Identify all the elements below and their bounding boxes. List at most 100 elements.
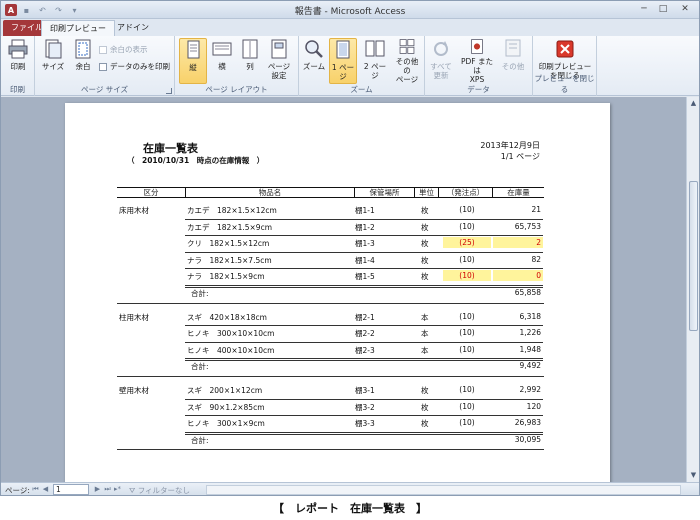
header-item-name: 物品名 [186,188,355,197]
columns-label: 列 [246,62,254,71]
pdf-label-1: PDF または [461,57,493,75]
item-name: スギ 200×1×12cm [187,386,263,395]
scroll-thumb[interactable] [689,181,698,331]
zoom-button[interactable]: ズーム [300,38,328,84]
item-order-point: (10) [459,271,475,281]
other-export-button[interactable]: その他 [499,38,527,84]
report-date: 2013年12月9日 [480,141,540,150]
page-number-input[interactable]: 1 [53,484,89,495]
sum-double-line [185,360,543,362]
page-setup-icon [271,39,287,59]
size-button[interactable]: サイズ [39,38,67,84]
row-separator [185,341,543,343]
last-page-icon[interactable]: ⏭ [103,485,112,494]
item-order-point: (10) [459,344,475,354]
new-record-icon[interactable]: ▸* [113,485,122,494]
pdf-xps-button[interactable]: PDF または XPS [459,38,495,84]
report-page: 在庫一覧表 （ 2010/10/31 時点の在庫情報 ） 2013年12月9日 … [65,103,610,482]
refresh-icon [434,41,448,56]
item-name: スギ 90×1.2×85cm [187,402,265,412]
filter-status[interactable]: ⛛ フィルターなし [129,485,190,495]
row-separator [185,218,543,220]
item-location: 棚3-2 [355,402,375,412]
item-stock: 2,992 [519,385,541,394]
size-label: サイズ [41,62,65,71]
report-header-row: 区分 物品名 保管場所 単位 （発注点） 在庫量 [117,187,544,198]
columns-button[interactable]: 列 [236,38,264,84]
landscape-button[interactable]: 横 [208,38,236,84]
next-page-icon[interactable]: ▶ [93,485,102,494]
tab-addin[interactable]: アドイン [109,20,157,36]
portrait-button[interactable]: 縦 [179,38,207,84]
row-separator [185,415,543,417]
item-unit: 枚 [421,272,429,282]
data-only-checkbox[interactable]: データのみを印刷 [99,61,170,72]
item-stock: 0 [536,271,541,281]
show-margin-checkbox[interactable]: 余白の表示 [99,44,148,55]
item-stock: 2 [536,238,541,248]
portrait-label: 縦 [189,63,197,72]
horizontal-scrollbar[interactable] [206,485,681,495]
row-separator [185,235,543,237]
columns-icon [242,39,258,59]
row-separator [185,431,543,433]
page-layout-group-label: ページ レイアウト [205,85,268,94]
item-order-point: (10) [459,254,475,264]
other-label: その他 [501,62,525,71]
vertical-scrollbar[interactable]: ▲ ▼ [686,97,699,482]
refresh-all-button[interactable]: すべて 更新 [427,38,455,84]
page-size-launcher[interactable] [166,88,172,94]
row-separator [185,268,543,270]
item-name: スギ 420×18×18cm [187,312,267,322]
more-pages-button[interactable]: その他の ページ [393,38,421,84]
maximize-button[interactable]: □ [654,2,672,16]
preview-area: 在庫一覧表 （ 2010/10/31 時点の在庫情報 ） 2013年12月9日 … [1,97,686,482]
prev-page-icon[interactable]: ◀ [41,485,50,494]
print-group: 印刷 印刷 [1,36,35,96]
close-window-button[interactable]: ✕ [673,2,697,16]
header-category: 区分 [117,188,186,197]
margin-icon [75,39,91,59]
item-order-point: (10) [459,385,475,394]
item-stock: 1,948 [519,344,541,354]
item-location: 棚2-3 [355,345,375,355]
scroll-up-icon[interactable]: ▲ [689,99,698,108]
scroll-down-icon[interactable]: ▼ [689,471,698,480]
page-setup-label-1: ページ [267,62,291,71]
other-export-icon [505,39,521,57]
group-category: 床用木材 [119,206,149,215]
item-stock: 65,753 [514,221,541,231]
item-unit: 本 [421,312,429,322]
group-total: 65,858 [514,288,541,297]
item-order-point: (10) [459,205,475,214]
sum-double-line [185,433,543,435]
one-page-icon [336,40,350,59]
minimize-button[interactable]: ─ [635,2,653,16]
item-unit: 枚 [421,386,429,395]
zoom-label: ズーム [302,62,326,71]
group-total: 9,492 [519,361,541,371]
one-page-button[interactable]: 1 ページ [329,38,357,84]
first-page-icon[interactable]: ⏮ [31,485,40,494]
status-bar: ページ: ⏮ ◀ 1 ▶ ⏭ ▸* ⛛ フィルターなし [1,482,699,495]
landscape-icon [212,42,232,56]
group-separator [117,449,544,451]
ribbon: 印刷 印刷 サイズ 余白 余白の表示 データのみを印刷 ページ サイズ 縦 横 … [1,36,699,96]
item-name: カエデ 182×1.5×12cm [187,206,277,215]
item-stock: 82 [531,254,541,264]
print-button[interactable]: 印刷 [4,38,32,84]
item-stock: 120 [526,401,541,411]
zoom-group: ズーム 1 ページ 2 ページ その他の ページ ズーム [299,36,425,96]
group-total: 30,095 [514,434,541,444]
page-size-group-label: ページ サイズ [80,85,128,94]
item-order-point: (10) [459,418,475,428]
margin-button[interactable]: 余白 [69,38,97,84]
tab-print-preview[interactable]: 印刷プレビュー [41,20,115,36]
more-pages-label-1: その他の [395,57,419,75]
page-setup-label-2: 設定 [271,71,287,80]
two-pages-button[interactable]: 2 ページ [361,38,389,84]
item-location: 棚2-1 [355,312,375,322]
item-name: クリ 182×1.5×12cm [187,239,270,249]
header-order-point: （発注点） [439,188,493,197]
page-setup-button[interactable]: ページ 設定 [265,38,293,84]
